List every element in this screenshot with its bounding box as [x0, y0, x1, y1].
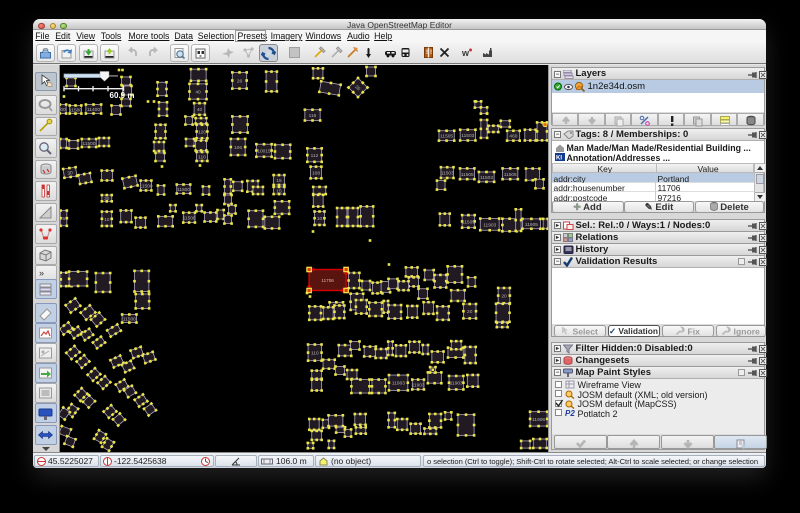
svg-text:11500: 11500 [83, 141, 96, 147]
svg-text:11505: 11505 [462, 219, 475, 225]
svg-text:11500: 11500 [183, 215, 196, 221]
svg-text:KI: KI [556, 156, 562, 162]
svg-text:11500: 11500 [123, 316, 136, 322]
svg-text:110: 110 [311, 350, 319, 356]
svg-text:15: 15 [276, 178, 282, 184]
svg-text:11903: 11903 [412, 382, 425, 388]
svg-text:11500: 11500 [140, 183, 153, 189]
svg-text:460: 460 [509, 133, 517, 139]
svg-text:5: 5 [62, 216, 65, 222]
svg-text:110: 110 [198, 154, 206, 160]
svg-text:120: 120 [198, 129, 206, 135]
svg-text:!: ! [426, 50, 428, 56]
svg-text:11500: 11500 [69, 107, 82, 113]
svg-text:40: 40 [197, 107, 203, 113]
svg-text:10: 10 [317, 216, 323, 222]
svg-text:11505: 11505 [461, 171, 474, 177]
svg-text:40: 40 [195, 89, 201, 95]
svg-text:10015: 10015 [257, 148, 271, 154]
svg-text:108: 108 [312, 170, 320, 176]
svg-text:00: 00 [60, 107, 66, 113]
svg-text:26: 26 [237, 78, 243, 84]
svg-text:11503: 11503 [461, 133, 474, 139]
svg-text:11706: 11706 [321, 277, 334, 282]
svg-text:11503: 11503 [441, 170, 454, 176]
svg-text:60.9 m: 60.9 m [110, 91, 135, 100]
svg-text:11505: 11505 [440, 133, 453, 139]
svg-text:30: 30 [104, 196, 110, 202]
svg-text:20: 20 [467, 309, 473, 315]
svg-text:11505: 11505 [504, 171, 517, 177]
svg-text:!: ! [430, 50, 432, 56]
svg-text:11903: 11903 [392, 380, 405, 386]
svg-text:15: 15 [276, 188, 282, 194]
svg-text:10: 10 [104, 216, 110, 222]
svg-text:11903: 11903 [450, 380, 463, 386]
svg-text:11503: 11503 [480, 174, 493, 180]
svg-text:11500: 11500 [177, 187, 190, 193]
svg-text:11905: 11905 [525, 221, 538, 227]
svg-text:11400: 11400 [87, 107, 100, 113]
svg-text:112: 112 [311, 153, 319, 159]
svg-text:116: 116 [309, 113, 317, 119]
svg-text:11903: 11903 [483, 222, 496, 228]
svg-text:w: w [461, 48, 470, 58]
svg-text:11906: 11906 [532, 416, 545, 422]
svg-text:106: 106 [234, 145, 242, 151]
svg-text:20: 20 [501, 293, 507, 299]
svg-text:P2: P2 [565, 409, 575, 418]
